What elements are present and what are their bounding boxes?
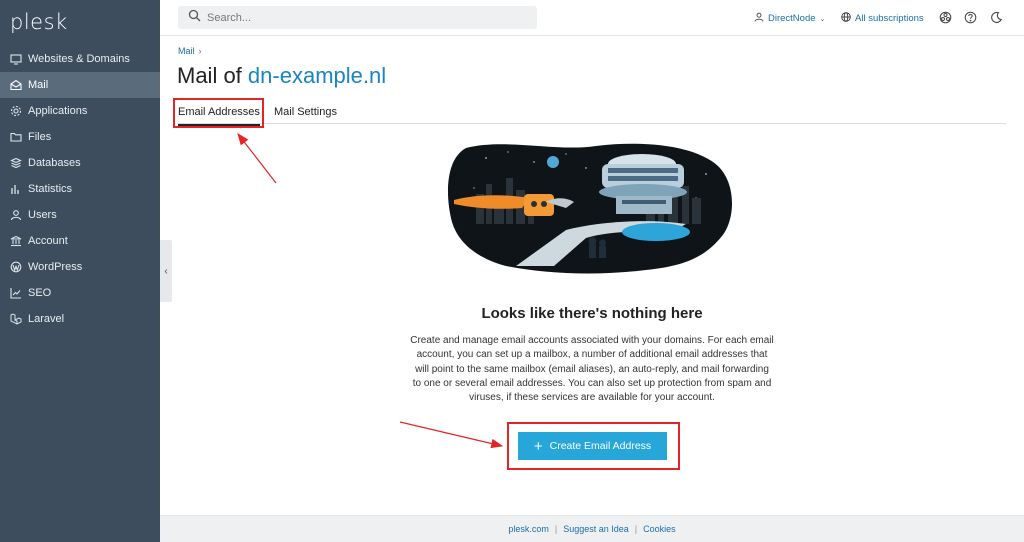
- footer-link-suggest-idea[interactable]: Suggest an Idea: [563, 524, 629, 534]
- app-root: plesk Websites & Domains Mail Applicatio…: [0, 0, 1024, 542]
- footer: plesk.com | Suggest an Idea | Cookies: [160, 515, 1024, 542]
- footer-separator: |: [554, 524, 558, 534]
- footer-link-cookies[interactable]: Cookies: [643, 524, 676, 534]
- footer-separator: |: [634, 524, 638, 534]
- annotation-arrow-tab: [237, 133, 277, 184]
- annotation-arrow-button: [399, 421, 504, 449]
- annotation-arrows: [237, 133, 504, 449]
- footer-link-plesk[interactable]: plesk.com: [508, 524, 549, 534]
